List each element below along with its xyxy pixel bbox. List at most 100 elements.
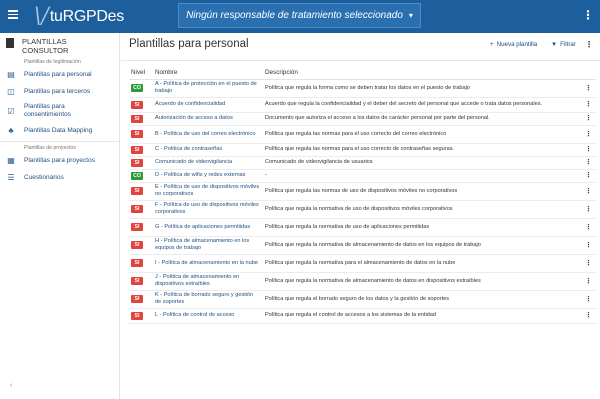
sidebar-item-terceros[interactable]: ◫ Plantillas para terceros bbox=[0, 83, 119, 100]
level-badge: SI bbox=[131, 259, 143, 267]
template-name-link[interactable]: L - Política de control de acceso bbox=[153, 308, 263, 324]
hamburger-menu-icon[interactable] bbox=[8, 10, 18, 19]
row-actions-icon[interactable]: ⋮ bbox=[581, 79, 596, 98]
level-cell: SI bbox=[129, 254, 153, 273]
template-name-link[interactable]: Comunicado de videovigilancia bbox=[153, 156, 263, 170]
handshake-icon: ◫ bbox=[7, 87, 15, 96]
document-icon bbox=[6, 38, 14, 48]
row-actions-icon[interactable]: ⋮ bbox=[581, 218, 596, 237]
filter-icon: ▼ bbox=[551, 41, 558, 48]
checkbox-icon: ☑ bbox=[7, 106, 15, 116]
level-cell: SI bbox=[129, 308, 153, 324]
template-name-link[interactable]: Autorización de acceso a datos bbox=[153, 112, 263, 126]
table-row[interactable]: SI I - Política de almacenamiento en la n… bbox=[129, 254, 596, 273]
table-row[interactable]: SI Acuerdo de confidencialidad Acuerdo que… bbox=[129, 97, 596, 113]
sidebar-divider bbox=[0, 141, 119, 142]
table-row[interactable]: SI Comunicado de videovigilancia Comunicad… bbox=[129, 156, 596, 170]
table-row[interactable]: SI K - Política de borrado seguro y gesti… bbox=[129, 290, 596, 309]
template-name-link[interactable]: H - Política de almacenamiento en los eq… bbox=[153, 236, 263, 255]
level-badge: SI bbox=[131, 145, 143, 154]
template-name-link[interactable]: C - Política de contraseñas bbox=[153, 143, 263, 157]
page-title: Plantillas para personal bbox=[129, 38, 249, 50]
filter-button[interactable]: ▼ Filtrar bbox=[551, 41, 576, 48]
more-options-icon[interactable]: ⋮ bbox=[582, 9, 594, 21]
table-row[interactable]: SI C - Política de contraseñas Política qu… bbox=[129, 143, 596, 157]
template-description: Política que regula el control de acceso… bbox=[263, 308, 581, 324]
row-actions-icon[interactable]: ⋮ bbox=[581, 200, 596, 219]
level-badge: SI bbox=[131, 277, 143, 285]
row-actions-icon[interactable]: ⋮ bbox=[581, 169, 596, 183]
row-actions-icon[interactable]: ⋮ bbox=[581, 254, 596, 273]
row-actions-icon[interactable]: ⋮ bbox=[581, 182, 596, 201]
collapse-sidebar-icon[interactable]: ‹ bbox=[10, 382, 12, 389]
logo-mark: \/ bbox=[34, 4, 49, 29]
sidebar-item-consentimientos[interactable]: ☑ Plantillas para consentimientos bbox=[0, 100, 119, 122]
responsible-select[interactable]: Ningún responsable de tratamiento selecc… bbox=[178, 3, 421, 28]
page-more-icon[interactable]: ⋮ bbox=[585, 40, 593, 49]
sidebar-item-proyectos[interactable]: ▦ Plantillas para proyectos bbox=[0, 152, 119, 169]
row-actions-icon[interactable]: ⋮ bbox=[581, 125, 596, 144]
template-description: Política que regula las normas para el u… bbox=[263, 143, 581, 157]
column-header-name[interactable]: Nombre bbox=[153, 67, 263, 80]
sidebar-item-label: Cuestionarios bbox=[24, 173, 64, 181]
sidebar-item-label: Plantillas para personal bbox=[24, 70, 92, 78]
template-description: Política que regula las normas de uso de… bbox=[263, 182, 581, 201]
sidebar-item-data-mapping[interactable]: ♣ Plantillas Data Mapping bbox=[0, 122, 119, 139]
row-actions-icon[interactable]: ⋮ bbox=[581, 97, 596, 113]
table-row[interactable]: SI H - Política de almacenamiento en los … bbox=[129, 236, 596, 255]
responsible-select-label: Ningún responsable de tratamiento selecc… bbox=[186, 10, 403, 21]
column-header-description[interactable]: Descripción bbox=[263, 67, 581, 80]
row-actions-icon[interactable]: ⋮ bbox=[581, 112, 596, 126]
sidebar-title-line1: PLANTILLAS bbox=[22, 37, 67, 46]
template-name-link[interactable]: Acuerdo de confidencialidad bbox=[153, 97, 263, 113]
row-actions-icon[interactable]: ⋮ bbox=[581, 236, 596, 255]
top-bar: \/ tuRGPDes Ningún responsable de tratam… bbox=[0, 0, 600, 33]
template-description: Política que regula la normativa de alma… bbox=[263, 236, 581, 255]
row-actions-icon[interactable]: ⋮ bbox=[581, 156, 596, 170]
sidebar-item-label: Plantillas para terceros bbox=[24, 87, 91, 95]
table-row[interactable]: SI F - Política de uso de dispositivos mó… bbox=[129, 200, 596, 219]
template-name-link[interactable]: E - Política de uso de dispositivos móvi… bbox=[153, 182, 263, 201]
filter-label: Filtrar bbox=[560, 41, 576, 48]
template-name-link[interactable]: G - Política de aplicaciones permitidas bbox=[153, 218, 263, 237]
level-badge: CO bbox=[131, 84, 143, 92]
level-cell: CO bbox=[129, 169, 153, 183]
sidebar-item-label: Plantillas para proyectos bbox=[24, 156, 95, 164]
row-actions-icon[interactable]: ⋮ bbox=[581, 272, 596, 291]
level-badge: SI bbox=[131, 311, 143, 320]
new-template-label: Nueva plantilla bbox=[496, 41, 538, 48]
level-badge: SI bbox=[131, 295, 143, 303]
table-row[interactable]: SI B - Política de uso del correo electró… bbox=[129, 125, 596, 144]
sidebar-item-cuestionarios[interactable]: ☰ Cuestionarios bbox=[0, 169, 119, 186]
template-name-link[interactable]: F - Política de uso de dispositivos móvi… bbox=[153, 200, 263, 219]
table-row[interactable]: SI E - Política de uso de dispositivos mó… bbox=[129, 182, 596, 201]
title-divider bbox=[121, 60, 600, 61]
new-template-button[interactable]: + Nueva plantilla bbox=[490, 41, 537, 48]
table-row[interactable]: CO A - Política de protección en el puest… bbox=[129, 79, 596, 98]
row-actions-icon[interactable]: ⋮ bbox=[581, 143, 596, 157]
table-header-row: Nivel Nombre Descripción bbox=[129, 67, 596, 80]
table-row[interactable]: CO D - Política de wifis y redes externas… bbox=[129, 169, 596, 183]
level-badge: SI bbox=[131, 205, 143, 213]
level-cell: SI bbox=[129, 143, 153, 157]
template-name-link[interactable]: K - Política de borrado seguro y gestión… bbox=[153, 290, 263, 309]
template-name-link[interactable]: D - Política de wifis y redes externas bbox=[153, 169, 263, 183]
sidebar-item-personal[interactable]: ▤ Plantillas para personal bbox=[0, 66, 119, 83]
level-cell: SI bbox=[129, 112, 153, 126]
table-row[interactable]: SI Autorización de acceso a datos Document… bbox=[129, 112, 596, 126]
column-header-level[interactable]: Nivel bbox=[129, 67, 153, 80]
app-logo[interactable]: \/ tuRGPDes bbox=[34, 4, 124, 30]
row-actions-icon[interactable]: ⋮ bbox=[581, 308, 596, 324]
table-row[interactable]: SI J - Política de almacenamiento en disp… bbox=[129, 272, 596, 291]
template-name-link[interactable]: I - Política de almacenamiento en la nub… bbox=[153, 254, 263, 273]
template-description: - bbox=[263, 169, 581, 183]
template-name-link[interactable]: A - Política de protección en el puesto … bbox=[153, 79, 263, 98]
level-cell: SI bbox=[129, 156, 153, 170]
template-name-link[interactable]: B - Política de uso del correo electróni… bbox=[153, 125, 263, 144]
table-row[interactable]: SI G - Política de aplicaciones permitida… bbox=[129, 218, 596, 237]
row-actions-icon[interactable]: ⋮ bbox=[581, 290, 596, 309]
level-badge: CO bbox=[131, 171, 143, 180]
template-description: Política que regula la normativa para el… bbox=[263, 254, 581, 273]
template-name-link[interactable]: J - Política de almacenamiento en dispos… bbox=[153, 272, 263, 291]
table-row[interactable]: SI L - Política de control de acceso Polít… bbox=[129, 308, 596, 324]
